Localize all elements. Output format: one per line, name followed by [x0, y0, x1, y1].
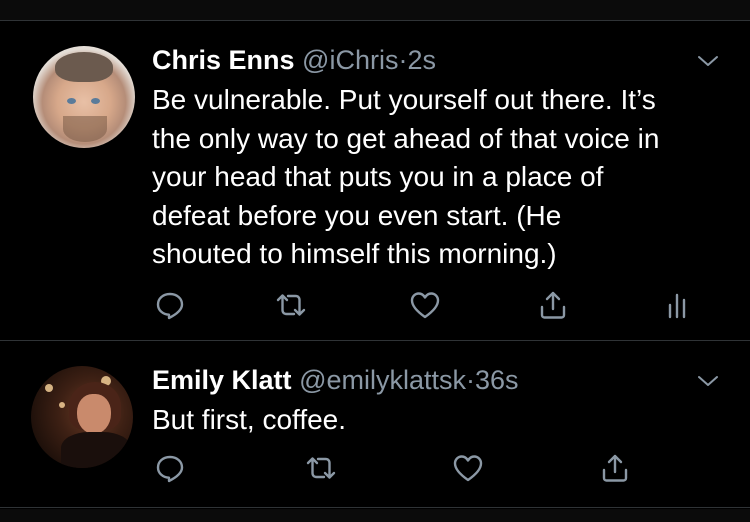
share-icon[interactable]	[597, 450, 633, 486]
share-icon[interactable]	[535, 287, 571, 323]
avatar-face	[77, 394, 111, 434]
user-handle[interactable]: @emilyklattsk	[299, 365, 466, 395]
display-name[interactable]: Emily Klatt	[152, 365, 292, 395]
avatar-eye	[91, 98, 100, 104]
timestamp[interactable]: 36s	[475, 365, 519, 395]
bottom-divider	[0, 509, 750, 522]
avatar-light	[59, 402, 65, 408]
avatar-eye	[67, 98, 76, 104]
tweet-actions	[0, 287, 750, 323]
tweet[interactable]: Chris Enns @iChris·2s Be vulnerable. Put…	[0, 21, 750, 341]
separator-dot: ·	[466, 365, 475, 395]
tweet-header: Emily Klatt @emilyklattsk·36s	[152, 364, 519, 396]
retweet-icon[interactable]	[303, 450, 339, 486]
user-handle[interactable]: @iChris	[302, 45, 398, 75]
chevron-down-icon[interactable]	[695, 51, 721, 71]
avatar-beard	[63, 116, 107, 142]
avatar-light	[45, 384, 53, 392]
tweet[interactable]: Emily Klatt @emilyklattsk·36s But first,…	[0, 342, 750, 508]
avatar[interactable]	[33, 46, 135, 148]
reply-icon[interactable]	[152, 450, 188, 486]
retweet-icon[interactable]	[273, 287, 309, 323]
like-icon[interactable]	[450, 450, 486, 486]
tweet-header: Chris Enns @iChris·2s	[152, 44, 436, 76]
chevron-down-icon[interactable]	[695, 371, 721, 391]
avatar-hair	[55, 52, 113, 82]
reply-icon[interactable]	[152, 287, 188, 323]
top-divider	[0, 0, 750, 21]
tweet-text: Be vulnerable. Put yourself out there. I…	[152, 84, 660, 269]
display-name[interactable]: Chris Enns	[152, 45, 295, 75]
tweet-text: But first, coffee.	[152, 404, 347, 435]
like-icon[interactable]	[407, 287, 443, 323]
analytics-icon[interactable]	[659, 287, 695, 323]
tweet-actions	[0, 450, 750, 486]
timestamp[interactable]: 2s	[407, 45, 436, 75]
